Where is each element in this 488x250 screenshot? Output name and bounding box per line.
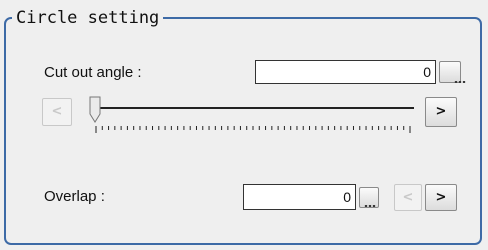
cut-out-angle-increment-button[interactable]: > xyxy=(425,97,457,127)
overlap-decrement-button[interactable]: < xyxy=(394,184,422,211)
overlap-ellipsis-button[interactable] xyxy=(359,187,379,208)
cut-out-angle-label: Cut out angle : xyxy=(44,64,142,81)
overlap-field[interactable]: 0 xyxy=(243,184,356,210)
cut-out-angle-decrement-button[interactable]: < xyxy=(42,98,72,126)
cut-out-angle-ellipsis-button[interactable] xyxy=(439,61,466,83)
slider-ticks xyxy=(95,126,411,133)
cut-out-angle-field[interactable]: 0 xyxy=(255,60,436,84)
cut-out-angle-slider[interactable] xyxy=(84,92,420,142)
slider-thumb-icon[interactable] xyxy=(89,96,101,123)
overlap-increment-button[interactable]: > xyxy=(425,184,457,211)
ellipsis-icon xyxy=(364,196,376,210)
group-title: Circle setting xyxy=(12,8,164,28)
ellipsis-icon xyxy=(454,72,466,86)
overlap-label: Overlap : xyxy=(44,188,105,205)
